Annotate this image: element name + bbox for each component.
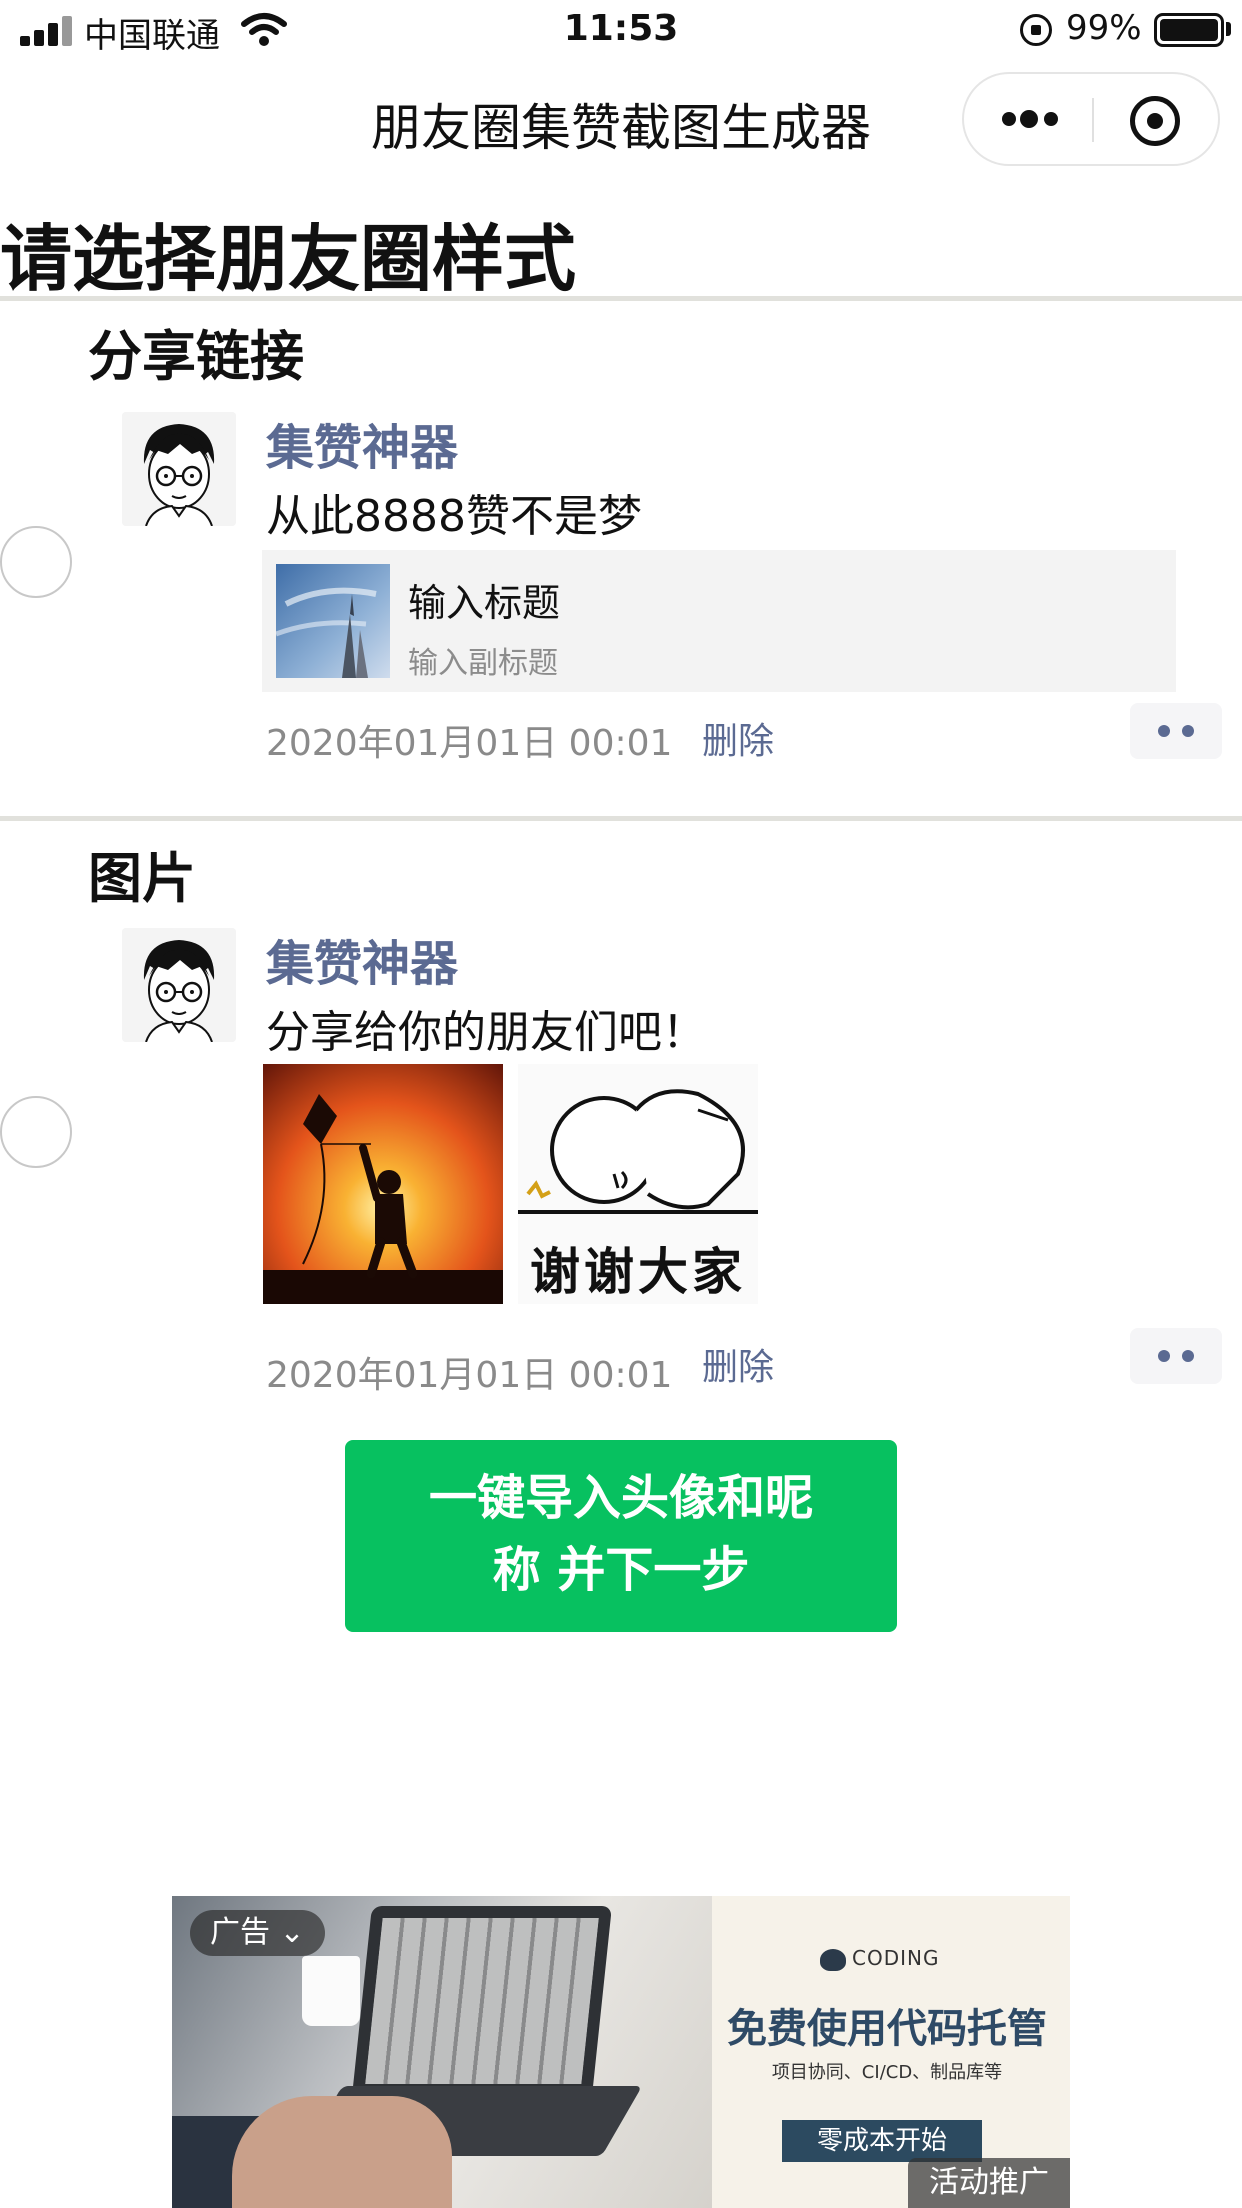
monkey-icon xyxy=(820,1948,846,1971)
link-thumbnail xyxy=(276,564,390,678)
import-avatar-next-button[interactable]: 一键导入头像和昵 称 并下一步 xyxy=(345,1440,897,1632)
avatar xyxy=(122,928,236,1042)
battery-icon xyxy=(1154,13,1224,47)
cta-line-1: 一键导入头像和昵 xyxy=(428,1470,813,1526)
post-time: 2020年01月01日 00:01 xyxy=(266,1355,673,1396)
delete-link[interactable]: 删除 xyxy=(702,712,774,764)
post-text: 从此8888赞不是梦 xyxy=(266,491,642,542)
sticker-text: 谢谢大家 xyxy=(530,1242,746,1301)
ad-start-button[interactable]: 零成本开始 xyxy=(782,2120,982,2162)
ad-promo-label: 活动推广 xyxy=(908,2158,1070,2208)
ad-headline: 免费使用代码托管 xyxy=(727,2006,1047,2052)
kite-sunset-photo xyxy=(263,1064,503,1304)
section-label-image: 图片 xyxy=(88,847,196,910)
post-time: 2020年01月01日 00:01 xyxy=(266,723,673,764)
link-title: 输入标题 xyxy=(408,581,561,625)
orientation-lock-icon xyxy=(1020,14,1052,46)
ad-tag[interactable]: 广告 ⌄ xyxy=(190,1910,325,1956)
mug-graphic xyxy=(302,1956,360,2026)
page-title: 请选择朋友圈样式 xyxy=(0,217,577,301)
section-divider xyxy=(0,816,1242,821)
ad-subline: 项目协同、CI/CD、制品库等 xyxy=(771,2062,1003,2083)
avatar xyxy=(122,412,236,526)
capsule-separator xyxy=(1092,98,1094,142)
post-text: 分享给你的朋友们吧！ xyxy=(266,1007,706,1058)
more-dots-icon[interactable] xyxy=(1002,110,1058,128)
cta-line-2: 称 并下一步 xyxy=(492,1542,750,1598)
status-bar: 中国联通 11:53 99% xyxy=(0,0,1242,62)
radio-share-link[interactable] xyxy=(0,526,72,598)
ad-banner[interactable]: 广告 ⌄ CODING 免费使用代码托管 项目协同、CI/CD、制品库等 零成本… xyxy=(172,1896,1070,2208)
comment-more-button[interactable] xyxy=(1130,1328,1222,1384)
mini-program-capsule xyxy=(962,72,1220,166)
link-subtitle: 输入副标题 xyxy=(408,646,558,681)
status-time: 11:53 xyxy=(563,8,679,49)
battery-percent: 99% xyxy=(1066,8,1142,48)
close-target-icon[interactable] xyxy=(1130,96,1180,146)
coding-logo: CODING xyxy=(820,1946,939,1971)
nickname: 集赞神器 xyxy=(266,936,459,992)
comment-more-button[interactable] xyxy=(1130,703,1222,759)
ad-tag-label: 广告 xyxy=(210,1915,270,1950)
thanks-sticker: 谢谢大家 xyxy=(518,1064,758,1304)
section-divider xyxy=(0,296,1242,301)
laptop-graphic xyxy=(352,1906,612,2096)
battery-cap xyxy=(1226,22,1231,36)
section-label-share-link: 分享链接 xyxy=(88,325,304,388)
nickname: 集赞神器 xyxy=(266,420,459,476)
brand-name: CODING xyxy=(852,1946,940,1970)
delete-link[interactable]: 删除 xyxy=(702,1338,774,1390)
hand-graphic xyxy=(232,2096,452,2208)
radio-image[interactable] xyxy=(0,1096,72,1168)
chevron-down-icon: ⌄ xyxy=(279,1915,305,1950)
link-card: 输入标题 输入副标题 xyxy=(262,550,1176,692)
